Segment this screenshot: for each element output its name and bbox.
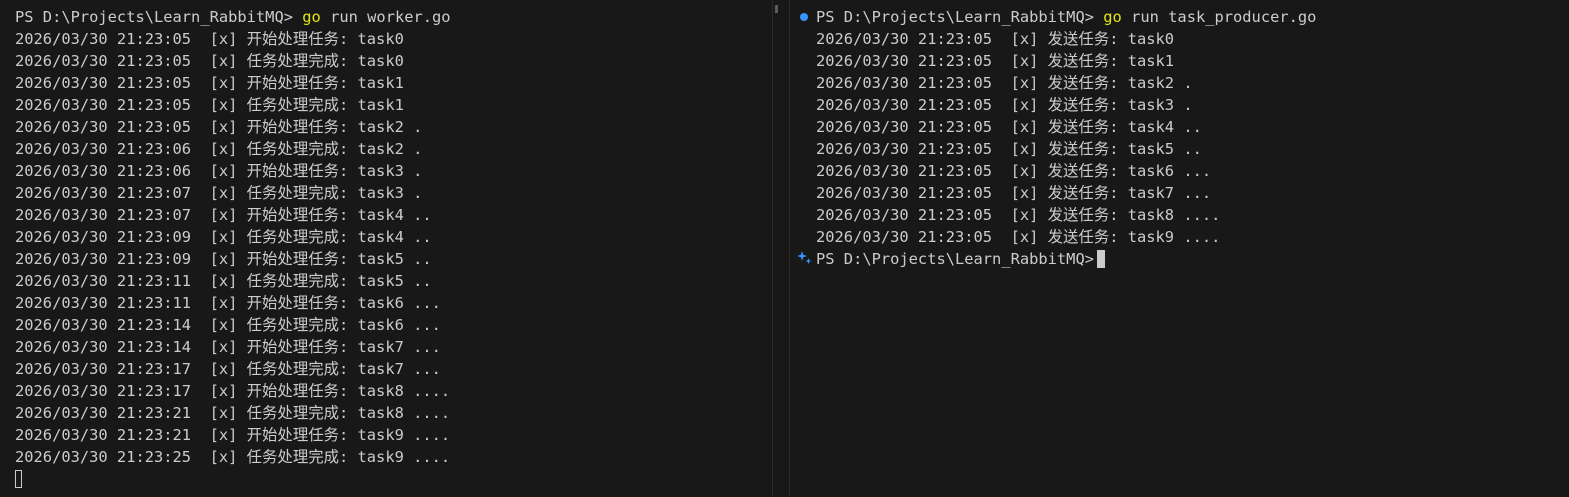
cursor-line (15, 468, 772, 490)
output-line: 2026/03/30 21:23:07 [x] 开始处理任务: task4 .. (15, 206, 432, 224)
output-line: 2026/03/30 21:23:05 [x] 发送任务: task1 (816, 52, 1175, 70)
output-line: 2026/03/30 21:23:05 [x] 开始处理任务: task2 . (15, 118, 423, 136)
terminal-cursor (15, 470, 22, 488)
output-line: 2026/03/30 21:23:05 [x] 发送任务: task7 ... (816, 184, 1212, 202)
prompt: PS D:\Projects\Learn_RabbitMQ> (816, 8, 1094, 26)
command-line: PS D:\Projects\Learn_RabbitMQ> go run wo… (15, 6, 772, 28)
command-line: PS D:\Projects\Learn_RabbitMQ> go run ta… (816, 6, 1569, 28)
output-line: 2026/03/30 21:23:25 [x] 任务处理完成: task9 ..… (15, 448, 451, 466)
output-line: 2026/03/30 21:23:11 [x] 开始处理任务: task6 ..… (15, 294, 441, 312)
output-line: 2026/03/30 21:23:14 [x] 开始处理任务: task7 ..… (15, 338, 441, 356)
output-line: 2026/03/30 21:23:05 [x] 开始处理任务: task1 (15, 74, 404, 92)
output-line: 2026/03/30 21:23:17 [x] 任务处理完成: task7 ..… (15, 360, 441, 378)
output-line: 2026/03/30 21:23:09 [x] 开始处理任务: task5 .. (15, 250, 432, 268)
output-line: 2026/03/30 21:23:05 [x] 任务处理完成: task0 (15, 52, 404, 70)
output-line: 2026/03/30 21:23:09 [x] 任务处理完成: task4 .. (15, 228, 432, 246)
prompt-line[interactable]: PS D:\Projects\Learn_RabbitMQ> (816, 248, 1569, 270)
output-line: 2026/03/30 21:23:21 [x] 开始处理任务: task9 ..… (15, 426, 451, 444)
command-args: run task_producer.go (1131, 8, 1317, 26)
scrollbar-thumb[interactable] (775, 5, 778, 13)
terminal-pane-worker[interactable]: PS D:\Projects\Learn_RabbitMQ> go run wo… (0, 0, 772, 497)
output-line: 2026/03/30 21:23:21 [x] 任务处理完成: task8 ..… (15, 404, 451, 422)
output-line: 2026/03/30 21:23:17 [x] 开始处理任务: task8 ..… (15, 382, 451, 400)
output-line: 2026/03/30 21:23:11 [x] 任务处理完成: task5 .. (15, 272, 432, 290)
scrollbar-gutter[interactable] (773, 0, 790, 497)
output-line: 2026/03/30 21:23:05 [x] 发送任务: task6 ... (816, 162, 1212, 180)
output-line: 2026/03/30 21:23:05 [x] 发送任务: task5 .. (816, 140, 1202, 158)
output-line: 2026/03/30 21:23:05 [x] 发送任务: task3 . (816, 96, 1193, 114)
output-line: 2026/03/30 21:23:06 [x] 任务处理完成: task2 . (15, 140, 423, 158)
final-prompt: PS D:\Projects\Learn_RabbitMQ> (816, 250, 1094, 268)
terminal-cursor (1096, 250, 1105, 268)
command-keyword: go (302, 8, 321, 26)
terminal-pane-producer[interactable]: PS D:\Projects\Learn_RabbitMQ> go run ta… (790, 0, 1569, 497)
terminal-output-worker: PS D:\Projects\Learn_RabbitMQ> go run wo… (15, 6, 772, 490)
output-line: 2026/03/30 21:23:05 [x] 任务处理完成: task1 (15, 96, 404, 114)
circle-dot-icon[interactable] (800, 13, 808, 21)
sparkle-icon[interactable] (797, 250, 813, 266)
command-keyword: go (1103, 8, 1122, 26)
output-line: 2026/03/30 21:23:05 [x] 发送任务: task9 .... (816, 228, 1221, 246)
output-line: 2026/03/30 21:23:14 [x] 任务处理完成: task6 ..… (15, 316, 441, 334)
output-line: 2026/03/30 21:23:05 [x] 发送任务: task2 . (816, 74, 1193, 92)
prompt: PS D:\Projects\Learn_RabbitMQ> (15, 8, 293, 26)
command-args: run worker.go (330, 8, 451, 26)
output-line: 2026/03/30 21:23:05 [x] 开始处理任务: task0 (15, 30, 404, 48)
output-line: 2026/03/30 21:23:05 [x] 发送任务: task0 (816, 30, 1175, 48)
terminal-output-producer: PS D:\Projects\Learn_RabbitMQ> go run ta… (816, 6, 1569, 270)
output-line: 2026/03/30 21:23:07 [x] 任务处理完成: task3 . (15, 184, 423, 202)
output-line: 2026/03/30 21:23:06 [x] 开始处理任务: task3 . (15, 162, 423, 180)
output-line: 2026/03/30 21:23:05 [x] 发送任务: task4 .. (816, 118, 1202, 136)
output-line: 2026/03/30 21:23:05 [x] 发送任务: task8 .... (816, 206, 1221, 224)
